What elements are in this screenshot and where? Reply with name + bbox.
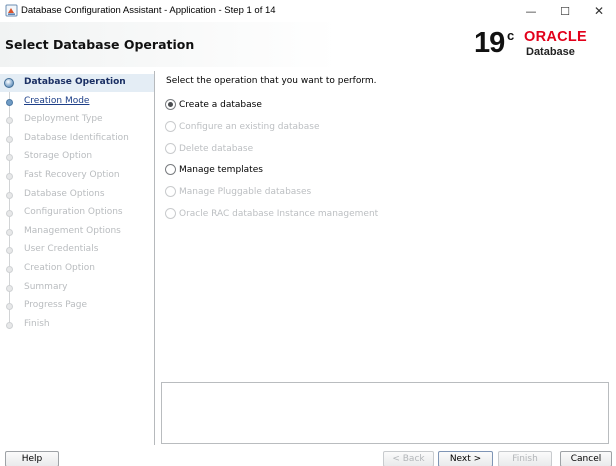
logo-brand: ORACLE: [524, 29, 588, 45]
step-indicator-icon: [4, 78, 14, 88]
option-configure-an-existing-database[interactable]: Configure an existing database: [165, 120, 465, 134]
step-label: Database Options: [24, 188, 105, 199]
radio-button[interactable]: [165, 186, 176, 198]
step-progress-page: Progress Page: [0, 297, 154, 315]
step-indicator-icon: [6, 247, 13, 255]
radio-button[interactable]: [165, 99, 176, 110]
step-indicator-icon: [6, 135, 13, 143]
step-configuration-options: Configuration Options: [0, 204, 154, 222]
option-delete-database[interactable]: Delete database: [165, 142, 465, 156]
step-database-options: Database Options: [0, 186, 154, 204]
step-label: Finish: [24, 318, 50, 329]
logo-product: Database: [526, 46, 575, 58]
step-storage-option: Storage Option: [0, 148, 154, 166]
main-content: Select the operation that you want to pe…: [155, 71, 616, 445]
option-label: Delete database: [179, 143, 254, 154]
next-button[interactable]: Next >: [438, 451, 493, 466]
finish-button-label: Finish: [512, 454, 538, 464]
step-indicator-icon: [6, 210, 13, 218]
logo-superscript: c: [507, 28, 515, 43]
step-label: Database Operation: [24, 77, 126, 87]
step-indicator-icon: [6, 284, 13, 292]
step-label: Database Identification: [24, 132, 129, 143]
steps-sidebar: Database Operation Creation Mode Deploymen…: [0, 71, 155, 445]
option-oracle-rac-database-instance-management[interactable]: Oracle RAC database Instance management: [165, 207, 465, 221]
step-indicator-icon: [6, 266, 13, 273]
help-button-label: Help: [21, 454, 43, 464]
step-label: Creation Option: [24, 263, 95, 273]
cancel-button-label: Cancel: [570, 454, 602, 464]
step-label: Progress Page: [24, 300, 88, 311]
maximize-button[interactable]: ☐: [548, 0, 582, 22]
close-button[interactable]: ✕: [582, 0, 616, 22]
step-deployment-type: Deployment Type: [0, 111, 154, 129]
step-fast-recovery-option: Fast Recovery Option: [0, 167, 154, 185]
step-creation-option: Creation Option: [0, 260, 154, 278]
step-indicator-icon: [6, 191, 13, 199]
step-indicator-icon: [6, 321, 13, 329]
option-label: Oracle RAC database Instance management: [179, 209, 379, 219]
operation-prompt: Select the operation that you want to pe…: [166, 76, 377, 86]
window-titlebar: Database Configuration Assistant - Appli…: [0, 0, 616, 22]
window-title: Database Configuration Assistant - Appli…: [21, 5, 276, 16]
cancel-button[interactable]: Cancel: [560, 451, 612, 466]
step-database-identification: Database Identification: [0, 130, 154, 148]
step-summary: Summary: [0, 279, 154, 297]
next-button-label: Next >: [449, 454, 482, 464]
step-finish: Finish: [0, 316, 154, 334]
step-label: Summary: [24, 281, 68, 292]
radio-button[interactable]: [165, 208, 176, 219]
step-label: Deployment Type: [24, 114, 103, 125]
finish-button[interactable]: Finish: [498, 451, 552, 466]
radio-button[interactable]: [165, 164, 176, 176]
logo-version: 19: [474, 27, 505, 59]
step-database-operation: Database Operation: [0, 74, 154, 92]
step-indicator-icon: [6, 173, 13, 180]
step-creation-mode[interactable]: Creation Mode: [0, 93, 154, 111]
option-label: Create a database: [179, 100, 262, 110]
page-title: Select Database Operation: [5, 37, 195, 52]
step-management-options: Management Options: [0, 223, 154, 241]
option-manage-pluggable-databases[interactable]: Manage Pluggable databases: [165, 185, 465, 199]
back-button-label: < Back: [392, 454, 425, 464]
step-user-credentials: User Credentials: [0, 241, 154, 259]
step-label: Fast Recovery Option: [24, 170, 120, 180]
step-label: Storage Option: [24, 151, 93, 162]
step-indicator-icon: [6, 98, 13, 106]
help-button[interactable]: Help: [5, 451, 59, 466]
step-label: Creation Mode: [24, 95, 90, 106]
step-indicator-icon: [6, 228, 13, 236]
step-label: Configuration Options: [24, 207, 123, 218]
option-manage-templates[interactable]: Manage templates: [165, 163, 465, 177]
message-box: [161, 382, 609, 444]
step-label: User Credentials: [24, 244, 99, 255]
option-create-a-database[interactable]: Create a database: [165, 98, 465, 112]
step-label: Management Options: [24, 225, 121, 236]
option-label: Manage templates: [179, 165, 263, 176]
step-indicator-icon: [6, 154, 13, 162]
option-label: Manage Pluggable databases: [179, 187, 312, 198]
step-indicator-icon: [6, 117, 13, 125]
radio-button[interactable]: [165, 120, 176, 132]
step-indicator-icon: [6, 303, 13, 311]
oracle-database-logo: 19 c ORACLE Database: [474, 27, 614, 63]
back-button[interactable]: < Back: [383, 451, 434, 466]
option-label: Configure an existing database: [179, 121, 320, 132]
radio-button[interactable]: [165, 142, 176, 154]
app-icon: [5, 4, 18, 17]
minimize-button[interactable]: —: [514, 0, 548, 22]
